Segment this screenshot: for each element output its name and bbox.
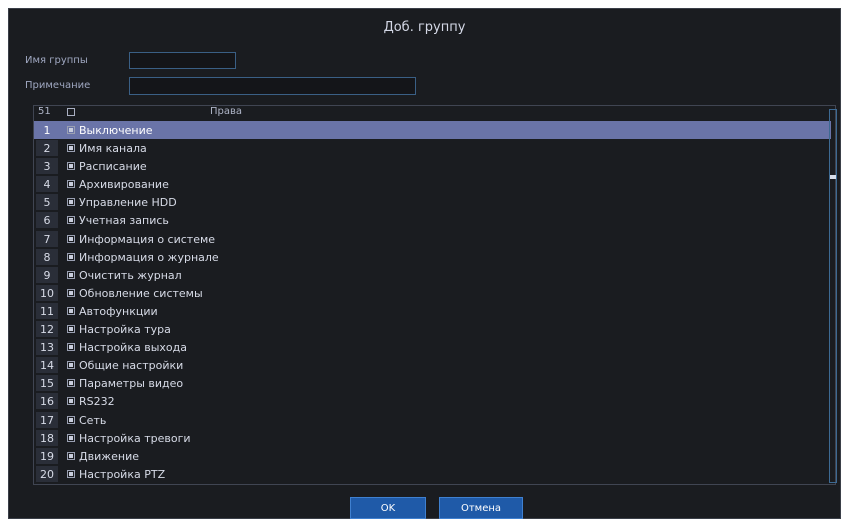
dialog-title: Доб. группу (383, 20, 466, 35)
select-all-checkbox[interactable] (67, 108, 75, 116)
permissions-list: 1 Выключение 2 Имя канала 3 Расписание 4 Архиви… (34, 121, 831, 483)
group-name-input[interactable] (129, 52, 236, 69)
permission-label: Автофункции (79, 304, 158, 318)
permission-checkbox[interactable] (67, 198, 75, 207)
permissions-count: 51 (38, 106, 51, 117)
scrollbar[interactable] (829, 109, 837, 483)
row-number: 8 (43, 250, 51, 264)
permission-label: Обновление системы (79, 286, 203, 300)
table-row[interactable]: 4 Архивирование (34, 175, 831, 193)
permission-checkbox[interactable] (67, 343, 75, 352)
permission-checkbox[interactable] (67, 216, 75, 225)
permission-checkbox[interactable] (67, 361, 75, 370)
table-row[interactable]: 5 Управление HDD (34, 193, 831, 211)
permissions-table: 51 Права 1 Выключение 2 Имя канала 3 Расписан… (33, 105, 837, 485)
permission-checkbox[interactable] (67, 451, 75, 460)
table-row[interactable]: 14 Общие настройки (34, 356, 831, 374)
permission-label: Сеть (79, 413, 107, 427)
table-row[interactable]: 12 Настройка тура (34, 320, 831, 338)
permission-checkbox[interactable] (67, 433, 75, 442)
permission-checkbox[interactable] (67, 288, 75, 297)
column-header-rights: Права (210, 106, 243, 117)
permission-label: Движение (79, 449, 140, 463)
group-name-label: Имя группы (25, 55, 88, 66)
row-number: 9 (43, 268, 51, 282)
permission-label: Выключение (79, 124, 153, 137)
row-number: 6 (43, 214, 51, 228)
table-row[interactable]: 20 Настройка PTZ (34, 465, 831, 483)
table-row[interactable]: 9 Очистить журнал (34, 266, 831, 284)
scrollbar-thumb[interactable] (830, 175, 836, 179)
row-number: 17 (40, 413, 54, 427)
permission-label: Информация о системе (79, 232, 216, 246)
permission-label: Архивирование (79, 178, 169, 192)
note-label: Примечание (25, 80, 91, 91)
permission-checkbox[interactable] (67, 270, 75, 279)
permission-label: Настройка тура (79, 323, 171, 337)
table-row[interactable]: 1 Выключение (34, 121, 831, 140)
table-row[interactable]: 15 Параметры видео (34, 374, 831, 392)
permission-label: Управление HDD (79, 196, 177, 210)
table-header: 51 Права (34, 106, 830, 119)
row-number: 16 (40, 395, 54, 409)
note-input[interactable] (129, 77, 416, 95)
permission-label: Настройка PTZ (79, 467, 166, 481)
table-row[interactable]: 8 Информация о журнале (34, 248, 831, 266)
table-row[interactable]: 13 Настройка выхода (34, 338, 831, 356)
permission-checkbox[interactable] (67, 180, 75, 189)
row-number: 3 (43, 160, 51, 174)
table-row[interactable]: 3 Расписание (34, 157, 831, 175)
table-row[interactable]: 19 Движение (34, 447, 831, 465)
table-row[interactable]: 17 Сеть (34, 411, 831, 429)
permission-label: Очистить журнал (79, 268, 182, 282)
permission-checkbox[interactable] (67, 325, 75, 334)
permission-label: Учетная запись (79, 214, 169, 228)
permission-label: Параметры видео (79, 377, 184, 391)
row-number: 14 (40, 359, 54, 373)
row-number: 7 (43, 232, 51, 246)
row-number: 10 (40, 286, 54, 300)
row-number: 4 (43, 178, 51, 192)
row-number: 1 (43, 124, 51, 137)
permission-checkbox[interactable] (67, 306, 75, 315)
table-row[interactable]: 18 Настройка тревоги (34, 429, 831, 447)
cancel-button[interactable]: Отмена (439, 497, 523, 519)
permission-checkbox[interactable] (67, 252, 75, 261)
add-group-dialog: Доб. группу Имя группы Примечание 51 Пра… (8, 8, 841, 519)
table-row[interactable]: 16 RS232 (34, 392, 831, 410)
row-number: 20 (40, 467, 54, 481)
table-row[interactable]: 6 Учетная запись (34, 211, 831, 229)
row-number: 2 (43, 142, 51, 156)
row-number: 12 (40, 323, 54, 337)
ok-button[interactable]: OK (350, 497, 426, 519)
table-row[interactable]: 7 Информация о системе (34, 230, 831, 248)
table-row[interactable]: 2 Имя канала (34, 139, 831, 157)
row-number: 13 (40, 341, 54, 355)
row-number: 5 (43, 196, 51, 210)
permission-checkbox[interactable] (67, 415, 75, 424)
permission-checkbox[interactable] (67, 397, 75, 406)
permission-checkbox[interactable] (67, 234, 75, 243)
table-row[interactable]: 11 Автофункции (34, 302, 831, 320)
row-number: 15 (40, 377, 54, 391)
permission-label: Расписание (79, 160, 147, 174)
permission-label: Настройка тревоги (79, 431, 191, 445)
permission-checkbox[interactable] (67, 144, 75, 153)
permission-checkbox[interactable] (67, 379, 75, 388)
row-number: 18 (40, 431, 54, 445)
permission-label: Настройка выхода (79, 341, 187, 355)
permission-checkbox[interactable] (67, 126, 75, 134)
permission-checkbox[interactable] (67, 469, 75, 478)
permission-checkbox[interactable] (67, 162, 75, 171)
permission-label: Информация о журнале (79, 250, 219, 264)
row-number: 19 (40, 449, 54, 463)
permission-label: Имя канала (79, 142, 147, 156)
permission-label: Общие настройки (79, 359, 184, 373)
permission-label: RS232 (79, 395, 115, 409)
row-number: 11 (40, 304, 54, 318)
table-row[interactable]: 10 Обновление системы (34, 284, 831, 302)
